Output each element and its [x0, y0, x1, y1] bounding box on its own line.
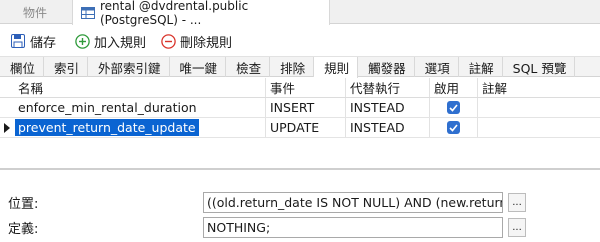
tab-label: 索引	[54, 60, 80, 76]
rule-name: enforce_min_rental_duration	[18, 100, 197, 115]
where-field-row: 位置: ((old.return_date IS NOT NULL) AND (…	[0, 191, 600, 213]
tab-fields[interactable]: 欄位	[0, 57, 45, 77]
current-row-arrow-icon	[4, 122, 10, 133]
rule-comment-cell[interactable]	[478, 118, 600, 137]
delete-rule-label: 刪除規則	[180, 35, 233, 51]
grid-header: 名稱 事件 代替執行 啟用 註解	[0, 78, 600, 98]
where-label: 位置:	[8, 196, 39, 212]
check-icon	[449, 123, 458, 132]
table-icon	[81, 6, 95, 19]
tab-label: 觸發器	[368, 60, 406, 76]
rule-enabled-cell	[430, 98, 478, 117]
definition-label: 定義:	[8, 221, 39, 237]
tab-comment[interactable]: 註解	[459, 57, 503, 77]
tab-checks[interactable]: 檢查	[226, 57, 271, 77]
where-expand-button[interactable]: ...	[508, 192, 526, 212]
row-indicator-cell	[0, 98, 14, 117]
document-tab-bar: 物件 rental @dvdrental.public (PostgreSQL)…	[0, 0, 600, 27]
rule-comment-cell[interactable]	[478, 98, 600, 117]
tab-triggers[interactable]: 觸發器	[358, 57, 415, 77]
column-header-enabled[interactable]: 啟用	[430, 78, 478, 97]
row-indicator-cell	[0, 118, 14, 137]
header-indicator	[0, 78, 14, 97]
rule-instead-cell[interactable]: INSTEAD	[346, 118, 430, 137]
add-rule-button[interactable]: 加入規則	[70, 30, 150, 52]
panel-splitter[interactable]	[0, 168, 600, 170]
where-input[interactable]: ((old.return_date IS NOT NULL) AND (new.…	[203, 191, 503, 213]
tab-label: 註解	[468, 60, 494, 76]
plus-circle-icon	[74, 33, 90, 49]
rule-name: prevent_return_date_update	[14, 118, 200, 137]
tab-rental-label: rental @dvdrental.public (PostgreSQL) - …	[100, 0, 249, 27]
rule-name-cell[interactable]: enforce_min_rental_duration	[14, 98, 266, 117]
rule-instead-cell[interactable]: INSTEAD	[346, 98, 430, 117]
tab-unique-keys[interactable]: 唯一鍵	[170, 57, 227, 77]
tab-label: 外部索引鍵	[98, 60, 161, 76]
definition-field-row: 定義: NOTHING; ...	[0, 216, 600, 238]
tab-foreign-keys[interactable]: 外部索引鍵	[88, 57, 170, 77]
rule-enabled-cell	[430, 118, 478, 137]
check-icon	[449, 103, 458, 112]
tab-label: 檢查	[236, 60, 262, 76]
enabled-checkbox[interactable]	[447, 121, 460, 134]
tab-indexes[interactable]: 索引	[44, 57, 89, 77]
add-rule-label: 加入規則	[94, 35, 147, 51]
definition-expand-button[interactable]: ...	[508, 217, 526, 237]
rule-event-cell[interactable]: INSERT	[266, 98, 346, 117]
save-button[interactable]: 儲存	[6, 30, 60, 52]
table-row[interactable]: enforce_min_rental_duration INSERT INSTE…	[0, 98, 600, 118]
delete-rule-button[interactable]: 刪除規則	[156, 30, 236, 52]
tab-label: 選項	[424, 60, 450, 76]
save-button-label: 儲存	[30, 35, 57, 51]
object-designer-tabs: 欄位 索引 外部索引鍵 唯一鍵 檢查 排除 規則 觸發器 選項 註解 SQL 預…	[0, 56, 600, 78]
column-header-event[interactable]: 事件	[266, 78, 346, 97]
column-header-comment[interactable]: 註解	[478, 78, 600, 97]
tab-label: 規則	[324, 61, 350, 76]
rules-grid: 名稱 事件 代替執行 啟用 註解 enforce_min_rental_dura…	[0, 78, 600, 138]
table-row-selected[interactable]: prevent_return_date_update UPDATE INSTEA…	[0, 118, 600, 138]
toolbar: 儲存 加入規則 刪除規則	[0, 28, 600, 54]
save-icon	[10, 33, 26, 49]
tab-label: SQL 預覽	[512, 60, 567, 76]
enabled-checkbox[interactable]	[447, 101, 460, 114]
column-header-instead[interactable]: 代替執行	[346, 78, 430, 97]
tab-excludes[interactable]: 排除	[270, 57, 315, 77]
tab-label: 唯一鍵	[179, 60, 218, 76]
rule-name-cell[interactable]: prevent_return_date_update	[14, 118, 266, 137]
rule-event-cell[interactable]: UPDATE	[266, 118, 346, 137]
tab-objects[interactable]: 物件	[0, 0, 70, 24]
tab-label: 欄位	[10, 60, 36, 76]
tab-options[interactable]: 選項	[415, 57, 459, 77]
tab-objects-label: 物件	[22, 5, 47, 20]
tab-sql-preview[interactable]: SQL 預覽	[503, 57, 576, 77]
tab-rules[interactable]: 規則	[314, 57, 359, 78]
definition-input[interactable]: NOTHING;	[203, 216, 503, 238]
tab-rental-table[interactable]: rental @dvdrental.public (PostgreSQL) - …	[72, 0, 330, 27]
column-header-name[interactable]: 名稱	[14, 78, 266, 97]
tab-label: 排除	[280, 60, 306, 76]
minus-circle-icon	[160, 33, 176, 49]
